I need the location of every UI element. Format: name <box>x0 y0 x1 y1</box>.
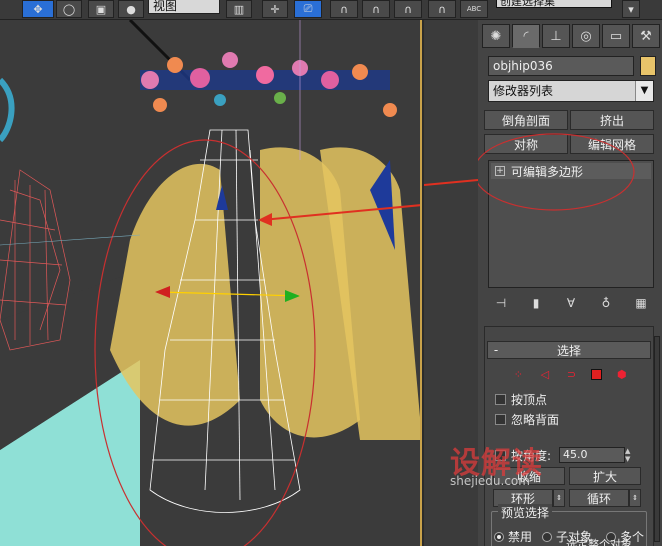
pivot-button[interactable]: ▥ <box>226 0 252 18</box>
perspective-viewport[interactable] <box>0 20 422 546</box>
select-manipulate-button[interactable]: ✛ <box>262 0 288 18</box>
object-color-swatch[interactable] <box>640 56 656 76</box>
rotate-tool-button[interactable]: ◯ <box>56 0 82 18</box>
keyboard-shortcut-button[interactable]: ⎚ <box>294 0 322 18</box>
remove-modifier-icon[interactable]: ♁ <box>597 294 615 312</box>
watermark: 设解读 shejiedu.com <box>450 438 570 498</box>
panel-scrollbar[interactable] <box>654 336 660 542</box>
watermark-url: shejiedu.com <box>450 474 530 488</box>
subobject-level-icons: ⁘ ◁ ⊃ ⬢ <box>505 365 635 383</box>
select-whole-object-label: 选定整个对象 <box>566 538 632 546</box>
edit-named-selection-button[interactable]: ABC <box>460 0 488 18</box>
configure-sets-icon[interactable]: ▦ <box>632 294 650 312</box>
rollout-title: 选择 <box>556 343 581 358</box>
scale-tool-button[interactable]: ▣ <box>88 0 114 18</box>
snap-toggle-button[interactable]: ∩ <box>330 0 358 18</box>
named-selection-set-field[interactable]: 创建选择集 <box>496 0 612 8</box>
expand-plus-icon[interactable]: + <box>495 166 505 176</box>
angle-spinner-icon[interactable]: ▲ ▼ <box>625 447 633 463</box>
by-vertex-label: 按顶点 <box>511 392 548 407</box>
reference-coord-dropdown[interactable]: 视图 <box>148 0 220 14</box>
edit-mesh-button[interactable]: 编辑网格 <box>570 134 654 154</box>
object-name-field[interactable]: objhip036 <box>488 56 634 76</box>
panel-tabs: ✺ ◜ ⊥ ◎ ▭ ⚒ <box>482 24 660 50</box>
grow-button[interactable]: 扩大 <box>569 467 641 485</box>
preview-selection-label: 预览选择 <box>498 504 553 521</box>
show-end-result-icon[interactable]: ▮ <box>527 294 545 312</box>
ignore-backfacing-label: 忽略背面 <box>511 412 560 427</box>
main-toolbar: ✥ ◯ ▣ ● 视图 ▥ ✛ ⎚ ∩ ∩ ∩ ∩ ABC 创建选择集 ▾ <box>0 0 662 20</box>
selection-rollout-header[interactable]: - 选择 <box>487 341 651 359</box>
spinner-snap-button[interactable]: ∩ <box>428 0 456 18</box>
loop-spinner-icon[interactable]: ⇕ <box>629 489 641 507</box>
preview-off-option[interactable]: 禁用 <box>494 528 532 545</box>
stack-item-editable-poly[interactable]: + 可编辑多边形 <box>491 163 651 179</box>
modifier-stack[interactable]: + 可编辑多边形 <box>488 160 654 288</box>
chamfer-section-button[interactable]: 倒角剖面 <box>484 110 568 130</box>
hierarchy-tab-icon[interactable]: ⊥ <box>542 24 570 48</box>
modify-tab-curve-icon[interactable]: ◜ <box>512 24 540 48</box>
motion-tab-icon[interactable]: ◎ <box>572 24 600 48</box>
move-tool-button[interactable]: ✥ <box>22 0 54 18</box>
element-icon[interactable]: ⬢ <box>615 367 629 381</box>
extrude-button[interactable]: 挤出 <box>570 110 654 130</box>
selection-rollout: - 选择 ⁘ ◁ ⊃ ⬢ 按顶点 忽略背面 按角度: 45.0 ▲ ▼ 收缩 扩… <box>484 326 654 546</box>
symmetry-button[interactable]: 对称 <box>484 134 568 154</box>
utilities-tab-hammer-icon[interactable]: ⚒ <box>632 24 660 48</box>
make-unique-icon[interactable]: ∀ <box>562 294 580 312</box>
by-vertex-checkbox[interactable] <box>495 393 506 405</box>
viewport-scene <box>0 20 420 546</box>
app-window: ✥ ◯ ▣ ● 视图 ▥ ✛ ⎚ ∩ ∩ ∩ ∩ ABC 创建选择集 ▾ ✺ ◜… <box>0 0 662 546</box>
pin-stack-icon[interactable]: ⊣ <box>492 294 510 312</box>
stack-item-label: 可编辑多边形 <box>511 164 584 179</box>
display-tab-icon[interactable]: ▭ <box>602 24 630 48</box>
loop-button[interactable]: 循环 <box>569 489 629 507</box>
preview-subobj-radio[interactable] <box>542 531 552 542</box>
chevron-down-icon[interactable]: ▼ <box>635 81 653 101</box>
angle-snap-button[interactable]: ∩ <box>362 0 390 18</box>
collapse-minus-icon[interactable]: - <box>488 343 504 357</box>
preview-off-label: 禁用 <box>508 530 533 544</box>
ignore-backfacing-row[interactable]: 忽略背面 <box>495 411 559 427</box>
create-tab-sun-icon[interactable]: ✺ <box>482 24 510 48</box>
select-tool-button[interactable]: ● <box>118 0 144 18</box>
preview-off-radio[interactable] <box>494 531 504 542</box>
mirror-button[interactable]: ▾ <box>622 0 640 18</box>
percent-snap-button[interactable]: ∩ <box>394 0 422 18</box>
modifier-list-dropdown[interactable]: 修改器列表 ▼ <box>488 80 654 102</box>
vertex-icon[interactable]: ⁘ <box>511 367 525 381</box>
border-icon[interactable]: ⊃ <box>564 367 578 381</box>
modifier-list-label: 修改器列表 <box>493 84 554 98</box>
stack-toolbar: ⊣ ▮ ∀ ♁ ▦ <box>488 292 654 314</box>
edge-icon[interactable]: ◁ <box>538 367 552 381</box>
by-vertex-checkbox-row[interactable]: 按顶点 <box>495 391 547 407</box>
polygon-icon[interactable] <box>591 368 603 380</box>
ignore-backfacing-checkbox[interactable] <box>495 413 506 425</box>
